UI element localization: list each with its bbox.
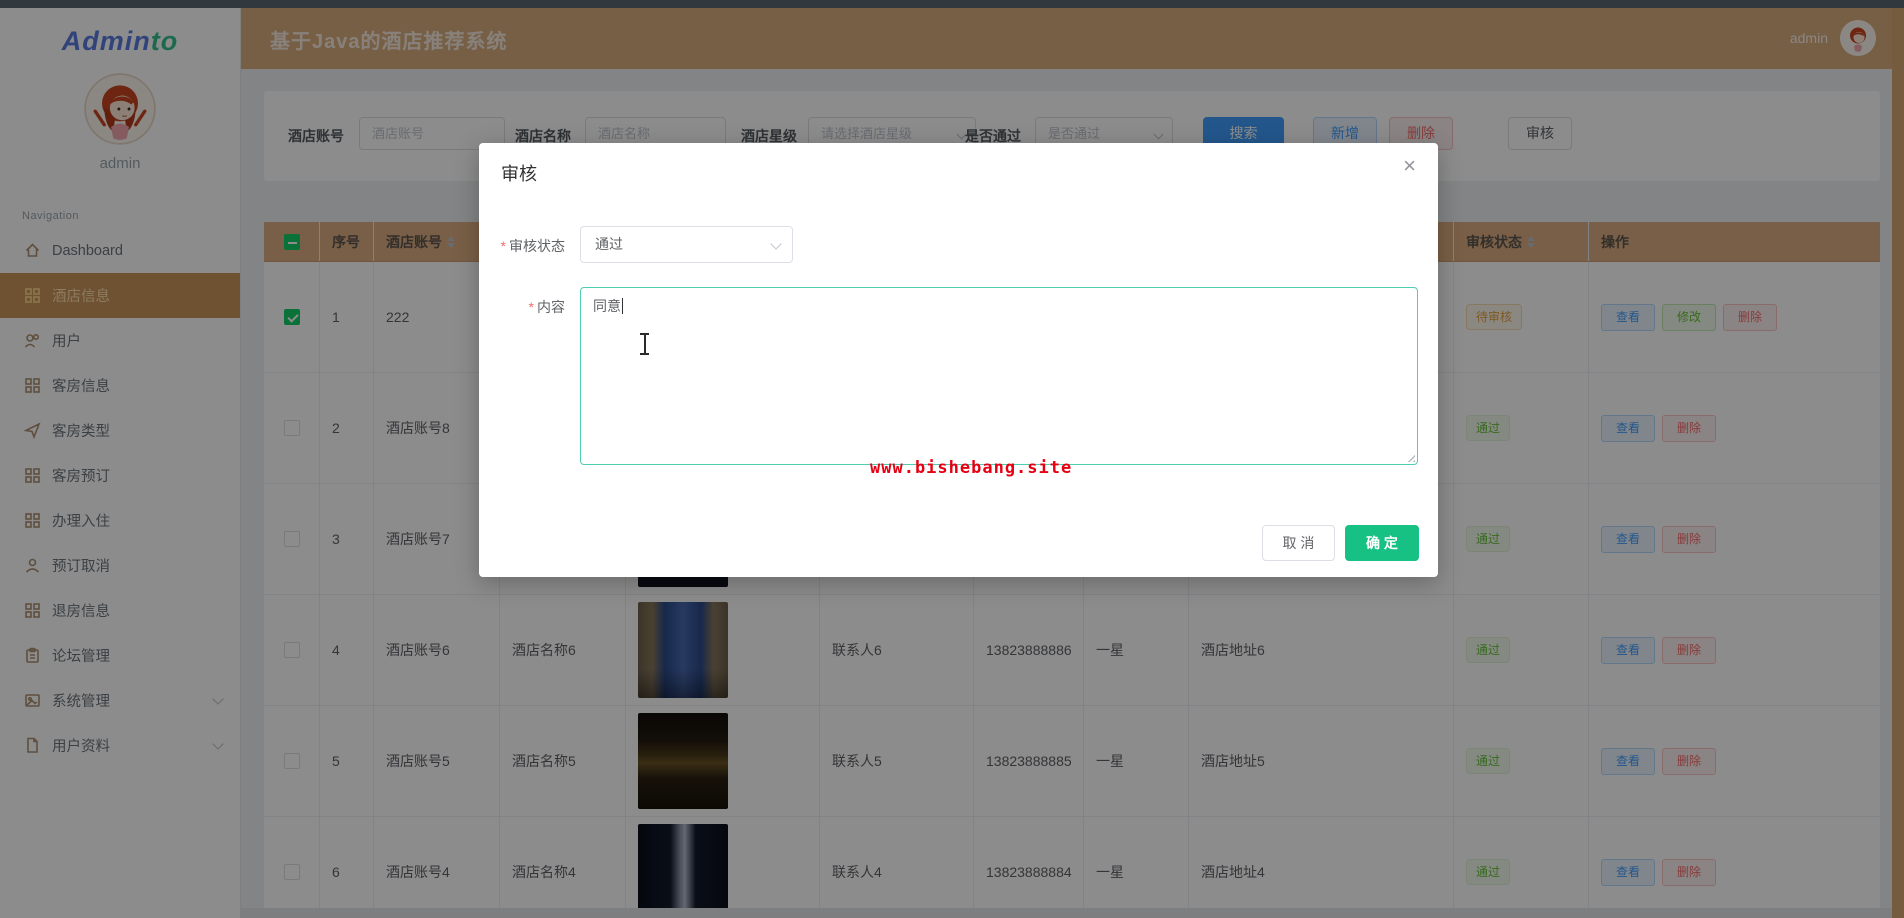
cancel-button[interactable]: 取 消 — [1262, 525, 1335, 561]
audit-status-select[interactable]: 通过 — [580, 226, 793, 263]
required-asterisk: * — [528, 299, 534, 315]
audit-modal: 审核 × * 审核状态 通过 * 内容 同意 www.bishebang.site … — [479, 143, 1438, 577]
audit-status-value: 通过 — [595, 236, 623, 252]
confirm-button[interactable]: 确 定 — [1345, 525, 1419, 561]
content-textarea[interactable]: 同意 — [580, 287, 1418, 465]
watermark-text: www.bishebang.site — [870, 458, 1073, 478]
content-text: 同意 — [593, 298, 621, 314]
modal-title: 审核 — [501, 164, 537, 184]
audit-status-label: * 审核状态 — [500, 238, 565, 254]
text-caret — [622, 298, 623, 314]
required-asterisk: * — [500, 238, 506, 254]
close-icon[interactable]: × — [1403, 155, 1416, 177]
content-label: * 内容 — [528, 299, 565, 315]
page: Adminto admin Navigation Dashboard 酒店信息 用户… — [0, 0, 1904, 918]
chevron-down-icon — [770, 238, 782, 250]
mouse-ibeam-cursor — [639, 333, 651, 355]
resize-handle-icon[interactable] — [1405, 452, 1415, 462]
